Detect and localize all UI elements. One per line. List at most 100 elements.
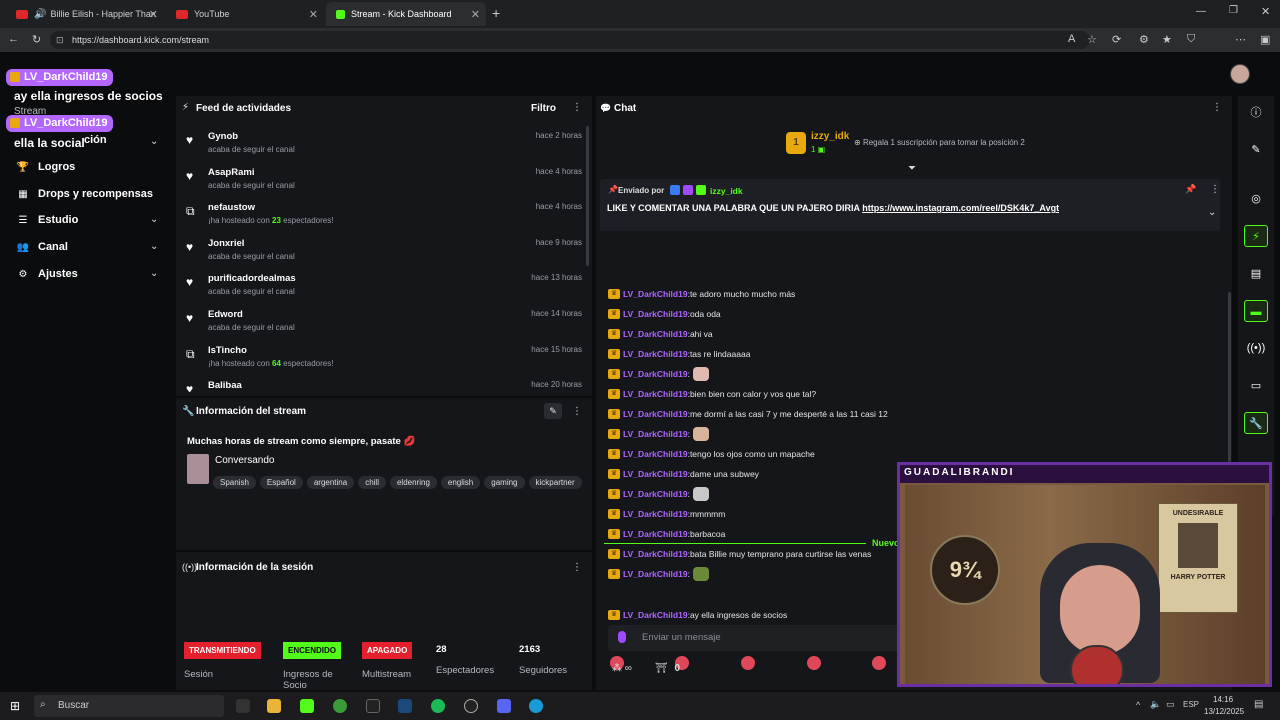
volume-icon[interactable]: 🔈 <box>1150 699 1161 710</box>
chat-message[interactable]: ♛ LV_DarkChild19: <box>608 366 709 382</box>
shield-icon[interactable]: ⛉ <box>1187 33 1195 46</box>
close-tab-icon[interactable]: ✕ <box>471 8 480 21</box>
chat-message[interactable]: ♛ LV_DarkChild19: <box>608 566 709 582</box>
lightning-icon[interactable]: ⚡ <box>1244 225 1268 247</box>
leaderboard-user[interactable]: izzy_idk <box>811 131 849 142</box>
stream-tag[interactable]: english <box>440 476 481 489</box>
discord-icon[interactable] <box>497 699 511 713</box>
pencil-icon[interactable]: ✎ <box>1244 139 1268 161</box>
url-field[interactable]: ⊡ https://dashboard.kick.com/stream <box>50 31 1090 49</box>
clock-time[interactable]: 14:16 <box>1213 695 1233 704</box>
emote-icon[interactable] <box>872 656 886 670</box>
pinned-user[interactable]: izzy_idk <box>710 186 743 196</box>
chat-message[interactable]: ♛ LV_DarkChild19: ay ella ingresos de soc… <box>608 607 787 623</box>
language-indicator[interactable]: ESP <box>1183 700 1199 709</box>
info-icon[interactable]: ⓘ <box>1244 102 1268 124</box>
chat-message[interactable]: ♛ LV_DarkChild19: tengo los ojos como un … <box>608 446 815 462</box>
chat-message[interactable]: ♛ LV_DarkChild19: <box>608 486 709 502</box>
feed-username[interactable]: IsTincho <box>208 345 247 356</box>
windows-start-icon[interactable]: ⊞ <box>10 699 20 713</box>
feed-item[interactable]: ♥ Balibaa hace 20 horas <box>186 380 582 392</box>
extension-puzzle-icon[interactable]: ⚙ <box>1139 33 1149 46</box>
stream-tag[interactable]: Español <box>259 476 303 489</box>
sidebar-item-logros[interactable]: 🏆 Logros <box>16 161 76 173</box>
feed-item[interactable]: ♥ Jonxriel acaba de seguir el canal hace 9 … <box>186 238 582 274</box>
tab-billie-eilish[interactable]: 🔊 Billie Eilish - Happier Than Ev ✕ <box>6 2 164 26</box>
chat-icon[interactable]: ▬ <box>1244 300 1268 322</box>
chat-message[interactable]: ♛ LV_DarkChild19: dame una subwey <box>608 466 759 482</box>
feed-username[interactable]: purificadordealmas <box>208 273 296 284</box>
more-options-icon[interactable]: ⋮ <box>1212 102 1222 113</box>
new-tab-button[interactable]: + <box>492 5 500 21</box>
refresh-icon[interactable]: ↻ <box>32 33 41 46</box>
chat-username[interactable]: LV_DarkChild19 <box>623 449 688 459</box>
clock-date[interactable]: 13/12/2025 <box>1204 707 1244 716</box>
chat-message[interactable]: ♛ LV_DarkChild19: <box>608 426 709 442</box>
back-icon[interactable]: ← <box>8 33 19 45</box>
kick-app-icon[interactable] <box>300 699 314 713</box>
gift-sub-prompt[interactable]: ⊕ Regala 1 suscripción para tomar la pos… <box>854 138 1025 147</box>
chat-username[interactable]: LV_DarkChild19 <box>623 409 688 419</box>
chat-message[interactable]: ♛ LV_DarkChild19: me dormí a las casi 7 y… <box>608 406 888 422</box>
stream-tag[interactable]: argentina <box>306 476 355 489</box>
feed-username[interactable]: AsapRami <box>208 167 254 178</box>
scrollbar[interactable] <box>586 126 589 266</box>
chat-username[interactable]: LV_DarkChild19 <box>623 309 688 319</box>
feed-username[interactable]: Balibaa <box>208 380 242 391</box>
chat-username[interactable]: LV_DarkChild19 <box>623 489 688 499</box>
chat-message[interactable]: ♛ LV_DarkChild19: ahi va <box>608 326 713 342</box>
stream-tag[interactable]: gaming <box>484 476 525 489</box>
obs-icon[interactable] <box>464 699 478 713</box>
feed-username[interactable]: nefaustow <box>208 202 255 213</box>
steam-icon[interactable] <box>398 699 412 713</box>
user-avatar[interactable] <box>1230 64 1250 84</box>
chat-username[interactable]: LV_DarkChild19 <box>623 369 688 379</box>
sidebar-item-canal[interactable]: 👥 Canal <box>16 241 68 253</box>
chat-username[interactable]: LV_DarkChild19 <box>623 289 688 299</box>
sidebar-item-drops[interactable]: ▦ Drops y recompensas <box>16 188 153 200</box>
chat-username[interactable]: LV_DarkChild19 <box>623 529 688 539</box>
category-name[interactable]: Conversando <box>215 455 274 466</box>
emote-icon[interactable] <box>741 656 755 670</box>
stream-tag[interactable]: kickpartner <box>528 476 582 489</box>
chat-username[interactable]: LV_DarkChild19 <box>623 429 688 439</box>
layout-icon[interactable]: ▭ <box>1244 375 1268 397</box>
more-options-icon[interactable]: ⋮ <box>572 562 582 573</box>
document-icon[interactable]: ▤ <box>1244 263 1268 285</box>
microphone-icon[interactable] <box>618 631 626 643</box>
feed-item[interactable]: ♥ Edword acaba de seguir el canal hace 14 h… <box>186 309 582 345</box>
feed-item[interactable]: ⧉ nefaustow ¡ha hosteado con 23 espectador… <box>186 202 582 238</box>
feed-item[interactable]: ♥ purificadordealmas acaba de seguir el ca… <box>186 273 582 309</box>
feed-username[interactable]: Jonxriel <box>208 238 244 249</box>
chevron-down-icon[interactable]: ⌄ <box>150 268 158 279</box>
points-display[interactable]: ⛩ 0 <box>655 663 680 674</box>
sidebar-item-ajustes[interactable]: ⚙ Ajustes <box>16 268 78 280</box>
camera-target-icon[interactable]: ◎ <box>1244 188 1268 210</box>
chevron-down-icon[interactable]: ⌄ <box>1208 207 1216 218</box>
task-view-icon[interactable] <box>236 699 250 713</box>
chevron-down-icon[interactable]: ⌄ <box>150 241 158 252</box>
chat-message[interactable]: ♛ LV_DarkChild19: mmmmm <box>608 506 725 522</box>
feed-item[interactable]: ♥ AsapRami acaba de seguir el canal hace 4 … <box>186 167 582 203</box>
chat-message[interactable]: ♛ LV_DarkChild19: barbacoa <box>608 526 725 542</box>
category-thumbnail[interactable] <box>187 454 209 484</box>
wrench-icon[interactable]: 🔧 <box>1244 412 1268 434</box>
stream-tag[interactable]: chill <box>358 476 386 489</box>
chat-message[interactable]: ♛ LV_DarkChild19: bata Billie muy tempran… <box>608 546 871 562</box>
more-options-icon[interactable]: ⋮ <box>1210 184 1220 195</box>
edge-icon[interactable] <box>529 699 543 713</box>
speaker-icon[interactable]: 🔊 <box>34 9 46 20</box>
xbox-icon[interactable] <box>333 699 347 713</box>
filter-button[interactable]: Filtro <box>531 103 556 114</box>
read-aloud-icon[interactable]: A <box>1068 33 1075 45</box>
infinity-icon[interactable]: ⁂ ∞ <box>612 663 632 674</box>
chat-username[interactable]: LV_DarkChild19 <box>623 389 688 399</box>
pinned-link[interactable]: https://www.instagram.com/reel/DSK4k7_Av… <box>862 203 1059 213</box>
feed-item[interactable]: ♥ Gynob acaba de seguir el canal hace 2 hor… <box>186 131 582 167</box>
sidebar-item-estudio[interactable]: ☰ Estudio <box>16 214 79 226</box>
chat-username[interactable]: LV_DarkChild19 <box>623 469 688 479</box>
close-tab-icon[interactable]: ✕ <box>309 8 318 21</box>
chat-message[interactable]: ♛ LV_DarkChild19: tas re lindaaaaa <box>608 346 750 362</box>
maximize-button[interactable]: ❐ <box>1229 5 1238 16</box>
feed-username[interactable]: Gynob <box>208 131 238 142</box>
